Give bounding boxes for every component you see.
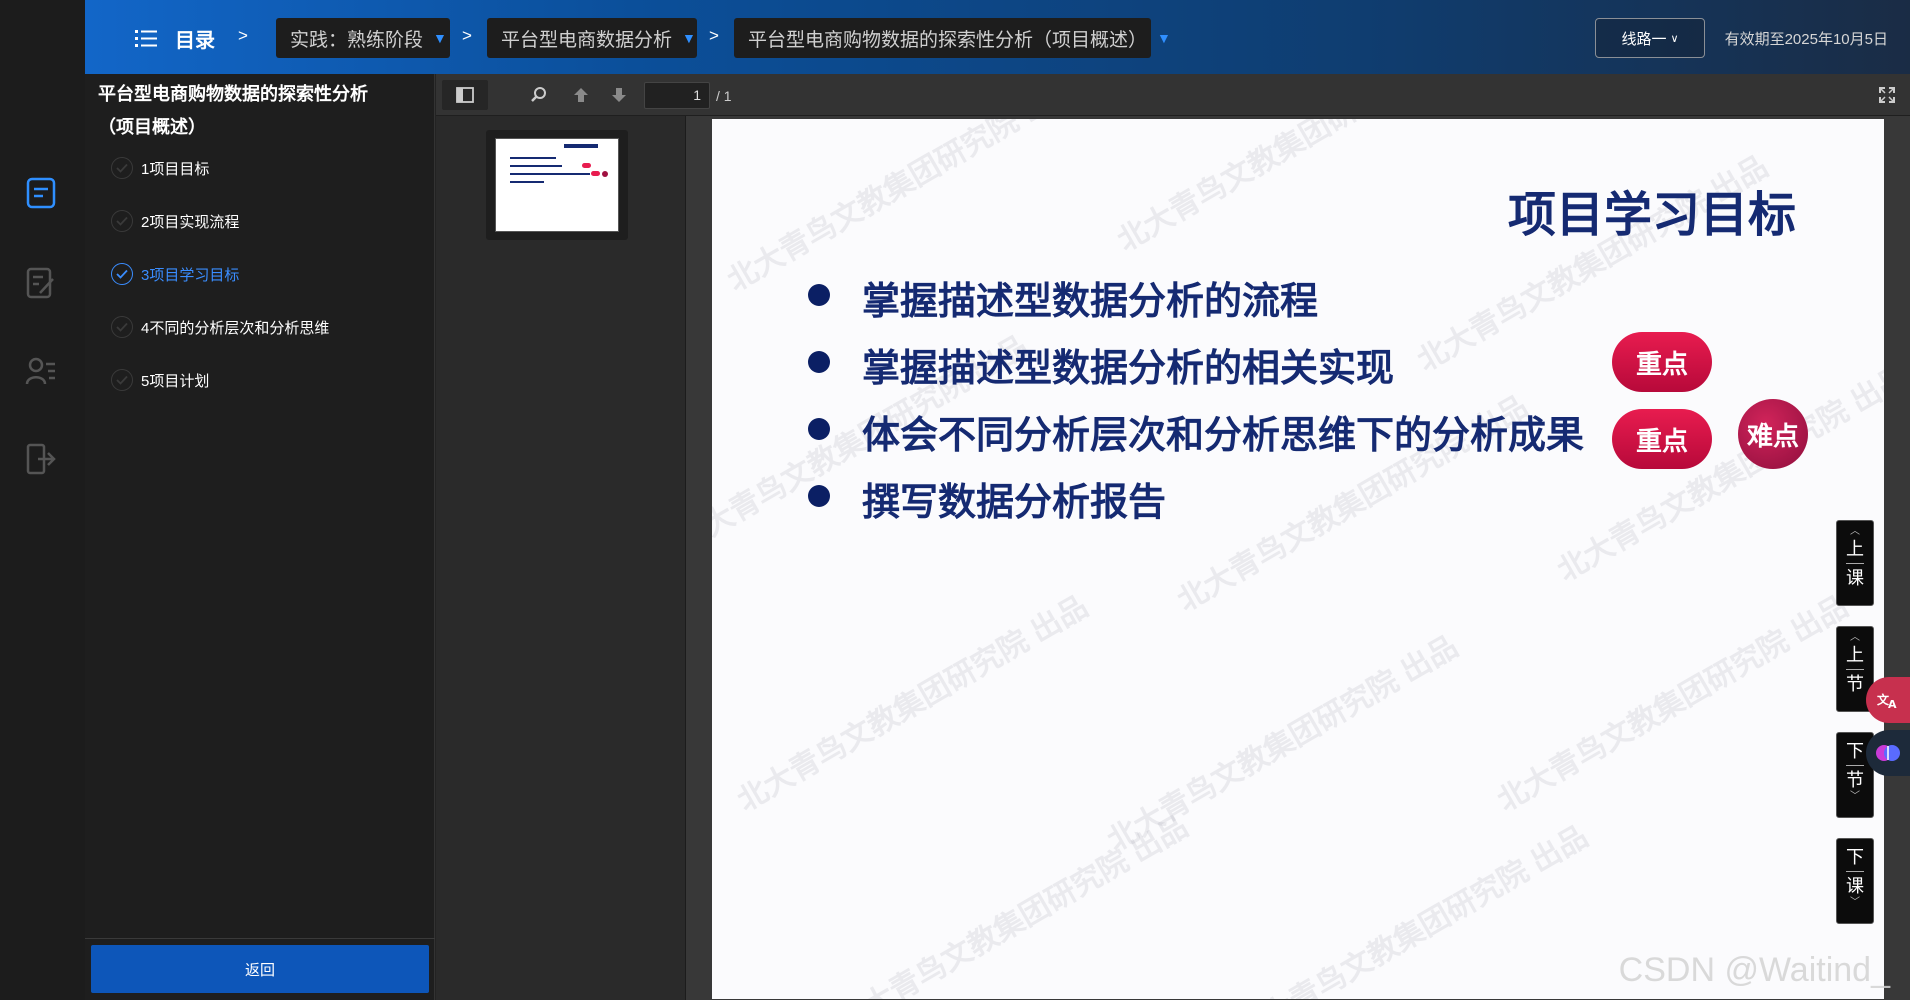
thumbnail-pane	[436, 116, 686, 1000]
chevron-down-icon: ﹀	[1850, 791, 1860, 802]
validity-text: 有效期至2025年10月5日	[1724, 31, 1888, 48]
chevron-down-icon: ∨	[1670, 32, 1679, 45]
document-icon[interactable]	[22, 174, 60, 212]
outline-item-label: 2项目实现流程	[141, 213, 240, 231]
chevron-up-icon: ︿	[1850, 632, 1860, 643]
outline-item-label: 4不同的分析层次和分析思维	[141, 319, 330, 337]
divider	[1846, 765, 1864, 766]
translate-icon[interactable]: 文A	[1866, 677, 1910, 723]
watermark: 北大青鸟文教集团研究院 出品	[1552, 360, 1884, 588]
bullet-dot	[808, 351, 830, 373]
nav-char: 课	[1846, 876, 1864, 896]
bullet-text: 掌握描述型数据分析的流程	[862, 281, 1319, 323]
breadcrumb-label: 平台型电商购物数据的探索性分析（项目概述）	[748, 29, 1148, 51]
breadcrumb-separator: >	[238, 26, 248, 45]
nav-char: 下	[1846, 847, 1864, 867]
bullet-text: 撰写数据分析报告	[862, 482, 1167, 524]
check-circle-icon	[111, 263, 133, 285]
fullscreen-icon[interactable]	[1870, 80, 1904, 110]
watermark: 北大青鸟文教集团研究院 出品	[1112, 119, 1474, 258]
nav-char: 节	[1846, 674, 1864, 694]
csdn-watermark: CSDN @Waitind_	[1618, 951, 1890, 989]
outline-item[interactable]: 2项目实现流程	[111, 207, 239, 235]
divider	[1846, 669, 1864, 670]
toc-button[interactable]: 目录	[135, 22, 215, 54]
line-select-label: 线路一	[1621, 30, 1667, 48]
prev-lesson-button[interactable]: ︿ 上 课	[1836, 520, 1874, 606]
check-circle-icon	[111, 157, 133, 179]
bullet-dot	[808, 418, 830, 440]
line-select[interactable]: 线路一 ∨	[1595, 18, 1705, 58]
outline-item[interactable]: 1项目目标	[111, 154, 209, 182]
caret-down-icon: ▼	[682, 30, 696, 46]
outline-item-active[interactable]: 3项目学习目标	[111, 260, 239, 288]
watermark: 北大青鸟文教集团研究院 出品	[832, 810, 1194, 999]
outline-item[interactable]: 5项目计划	[111, 366, 209, 394]
page-total: / 1	[716, 88, 732, 104]
key-point-badge: 重点	[1612, 332, 1712, 392]
breadcrumb-lesson[interactable]: 平台型电商购物数据的探索性分析（项目概述） ▼	[734, 18, 1171, 58]
key-point-badge: 重点	[1612, 409, 1712, 469]
list-icon	[135, 28, 157, 48]
user-list-icon[interactable]	[22, 352, 60, 390]
bullet-text: 体会不同分析层次和分析思维下的分析成果	[862, 415, 1585, 457]
top-bar: 目录 > 实践：熟练阶段 ▼ > 平台型电商数据分析 ▼ > 平台型电商购物数据的探…	[85, 0, 1910, 74]
page-thumbnail[interactable]	[486, 130, 628, 240]
nav-char: 上	[1846, 539, 1864, 559]
divider	[1846, 563, 1864, 564]
toc-label: 目录	[175, 29, 215, 52]
viewer-toolbar: 1 / 1	[436, 74, 1910, 116]
nav-char: 下	[1846, 741, 1864, 761]
exit-icon[interactable]	[22, 440, 60, 478]
nav-char: 课	[1846, 568, 1864, 588]
breadcrumb-stage[interactable]: 实践：熟练阶段 ▼	[276, 18, 450, 58]
check-circle-icon	[111, 210, 133, 232]
icon-rail	[0, 0, 85, 1000]
arrow-up-icon[interactable]	[564, 80, 598, 110]
arrow-down-icon[interactable]	[602, 80, 636, 110]
edit-note-icon[interactable]	[22, 264, 60, 302]
divider	[1846, 871, 1864, 872]
bullet-text: 掌握描述型数据分析的相关实现	[862, 348, 1395, 390]
svg-text:A: A	[1888, 698, 1897, 711]
panel-title: 平台型电商购物数据的探索性分析（项目概述）	[98, 84, 368, 137]
chevron-down-icon: ﹀	[1850, 897, 1860, 908]
page-number-input[interactable]: 1	[644, 82, 710, 109]
breadcrumb-separator: >	[709, 26, 719, 45]
breadcrumb-course[interactable]: 平台型电商数据分析 ▼	[487, 18, 697, 58]
watermark: 北大青鸟文教集团研究院 出品	[1492, 590, 1854, 818]
slide-page: 北大青鸟文教集团研究院 出品 北大青鸟文教集团研究院 出品 北大青鸟文教集团研究…	[712, 119, 1884, 999]
breadcrumb-label: 实践：熟练阶段	[290, 29, 424, 51]
outline-item-label: 5项目计划	[141, 372, 210, 390]
breadcrumb-separator: >	[462, 26, 472, 45]
sidebar-toggle-icon[interactable]	[442, 80, 488, 110]
nav-char: 节	[1846, 770, 1864, 790]
next-lesson-button[interactable]: 下 课 ﹀	[1836, 838, 1874, 924]
ai-brain-icon[interactable]	[1866, 730, 1910, 776]
outline-item-label: 1项目目标	[141, 160, 210, 178]
search-icon[interactable]	[522, 80, 556, 110]
back-button[interactable]: 返回	[91, 945, 429, 993]
back-area: 返回	[85, 938, 435, 1000]
chevron-up-icon: ︿	[1850, 526, 1860, 537]
caret-down-icon: ▼	[433, 30, 447, 46]
nav-char: 上	[1846, 645, 1864, 665]
check-circle-icon	[111, 369, 133, 391]
outline-item-label: 3项目学习目标	[141, 266, 240, 284]
outline-panel: 平台型电商购物数据的探索性分析（项目概述） 1项目目标 2项目实现流程 3项目学…	[85, 74, 435, 1000]
watermark: 北大青鸟文教集团研究院 出品	[1232, 820, 1594, 999]
difficult-point-badge: 难点	[1738, 399, 1808, 469]
check-circle-icon	[111, 316, 133, 338]
outline-item[interactable]: 4不同的分析层次和分析思维	[111, 313, 329, 341]
breadcrumb-label: 平台型电商数据分析	[501, 29, 673, 51]
thumbnail-image	[495, 138, 619, 232]
bullet-dot	[808, 284, 830, 306]
bullet-dot	[808, 485, 830, 507]
slide-title: 项目学习目标	[1507, 189, 1796, 242]
caret-down-icon: ▼	[1157, 30, 1171, 46]
watermark: 北大青鸟文教集团研究院 出品	[732, 590, 1094, 818]
